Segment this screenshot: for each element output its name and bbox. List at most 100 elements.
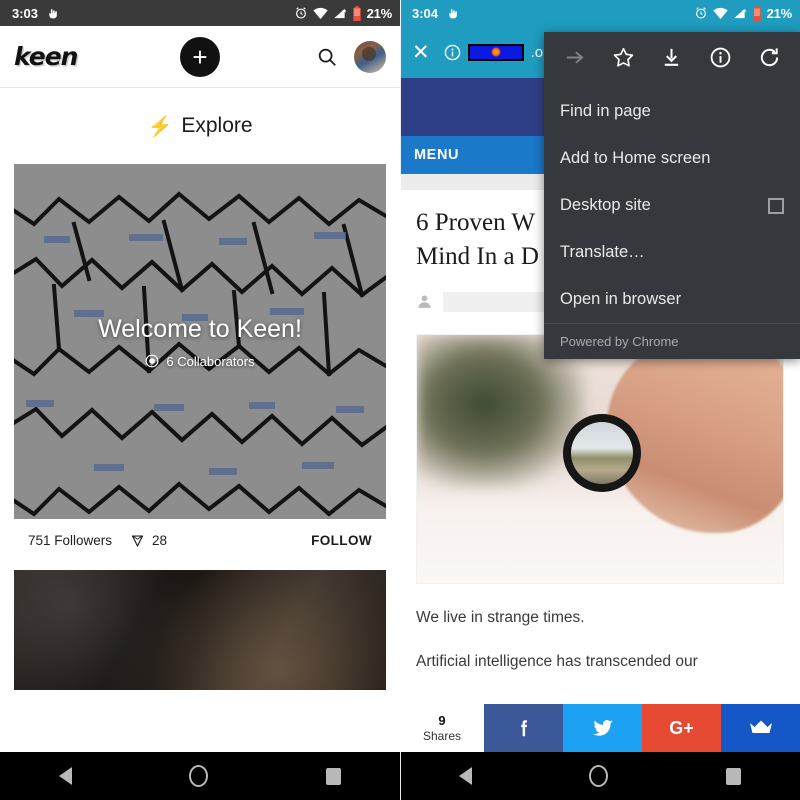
menu-item-label: Open in browser [560,290,682,308]
share-count-block: 9 Shares [400,704,484,752]
battery-icon [352,5,362,21]
touch-indicator-icon [446,7,459,20]
menu-item-add-to-home-screen[interactable]: Add to Home screen [544,135,800,182]
menu-item-label: Desktop site [560,196,651,214]
battery-percent: 21% [366,5,393,21]
signal-icon [733,7,747,20]
desktop-site-checkbox[interactable] [768,197,784,214]
home-icon[interactable] [589,765,609,787]
collaborators-row: 6 Collaborators [145,353,255,369]
battery-percent: 21% [766,5,793,21]
menu-icon-row [544,32,800,82]
bookmark-star-icon[interactable] [608,42,638,72]
collaborators-icon [145,354,159,368]
back-icon[interactable] [58,767,72,785]
share-count-label: Shares [422,728,462,743]
home-icon[interactable] [189,765,209,787]
status-bar-right: 3:04 21% [400,0,800,26]
left-panel-keen-app: 3:03 21% keen + ⚡ Explore Welcome to Kee… [0,0,400,800]
status-time: 3:03 [12,5,39,21]
redacted-url-block [467,43,524,61]
plus-icon: + [192,41,208,72]
alarm-icon [694,6,708,20]
back-icon[interactable] [458,767,472,785]
touch-indicator-icon [46,7,59,20]
status-time: 3:04 [412,5,439,21]
alarm-icon [294,6,308,20]
menu-item-label: Add to Home screen [560,149,711,167]
create-post-button[interactable]: + [180,36,220,77]
wifi-icon [712,7,728,20]
panel-divider [400,0,401,800]
forward-arrow-icon[interactable] [559,42,589,72]
lens-inner [571,421,634,484]
status-left-group: 3:03 [12,6,59,21]
explore-card-2[interactable] [14,570,386,690]
share-twitter-button[interactable] [563,704,642,752]
facebook-icon [520,720,527,737]
menu-footer-label: Powered by Chrome [560,334,679,349]
avatar[interactable] [354,40,386,73]
article-paragraph-2: Artificial intelligence has transcended … [416,652,698,670]
share-googleplus-button[interactable]: G+ [642,704,721,752]
status-left-group-right: 3:04 [412,6,459,21]
menu-items-list: Find in page Add to Home screen Desktop … [544,82,800,323]
followers-count: 751 Followers [28,533,113,548]
menu-item-translate[interactable]: Translate… [544,229,800,276]
menu-item-open-in-browser[interactable]: Open in browser [544,276,800,323]
share-bar: 9 Shares G+ [400,704,800,752]
search-icon[interactable] [316,46,338,68]
card-meta-row: 751 Followers 28 FOLLOW [14,519,386,548]
article-paragraph-1: We live in strange times. [416,608,585,626]
card-overlay: Welcome to Keen! 6 Collaborators [14,164,386,519]
menu-item-desktop-site[interactable]: Desktop site [544,182,800,229]
keen-app-header: keen + [0,26,400,88]
wifi-icon [312,7,328,20]
url-bar[interactable]: .om [444,43,556,61]
googleplus-icon: G+ [669,717,694,738]
battery-icon [752,5,762,21]
page-info-icon[interactable] [706,42,736,72]
share-facebook-button[interactable] [484,704,563,752]
header-actions [316,40,386,73]
card-title: Welcome to Keen! [98,314,302,343]
status-right-group-right: 21% [694,5,793,21]
android-nav-bar-left [0,752,400,800]
follow-button[interactable]: FOLLOW [311,533,372,548]
lens-icon [563,413,642,492]
right-panel-chrome-custom-tab: 3:04 21% ✕ MENU 6 Proven W Mind In a D W… [400,0,800,800]
signal-icon [333,7,347,20]
status-bar-left: 3:03 21% [0,0,400,26]
share-count-number: 9 [438,713,446,728]
article-hero-image [416,333,784,584]
menu-item-find-in-page[interactable]: Find in page [544,88,800,135]
author-avatar-icon [416,293,433,310]
page-info-icon[interactable] [444,44,461,61]
android-nav-bar-right [400,752,800,800]
explore-section-header: ⚡ Explore [0,88,400,164]
lightning-icon: ⚡ [147,115,173,138]
menu-item-label: Translate… [560,243,645,261]
crown-icon [749,720,772,733]
gem-icon [130,534,145,548]
reload-icon[interactable] [755,42,785,72]
menu-footer: Powered by Chrome [544,323,800,359]
recents-icon[interactable] [326,767,342,785]
status-right-group: 21% [294,5,393,21]
keen-logo[interactable]: keen [14,42,78,71]
download-icon[interactable] [657,42,687,72]
site-menu-label: MENU [414,147,460,163]
card-cover-image: Welcome to Keen! 6 Collaborators [14,164,386,519]
menu-item-label: Find in page [560,102,651,120]
gems-group: 28 [130,533,167,548]
card-2-image [14,570,386,690]
chrome-overflow-menu: Find in page Add to Home screen Desktop … [544,32,800,359]
explore-label: Explore [181,114,253,137]
collaborators-count: 6 Collaborators [166,353,255,369]
recents-icon[interactable] [726,767,742,785]
close-icon[interactable]: ✕ [412,40,430,65]
share-crown-button[interactable] [721,704,800,752]
explore-card[interactable]: Welcome to Keen! 6 Collaborators 751 Fol… [0,164,400,548]
dual-screenshot-stage: 3:03 21% keen + ⚡ Explore Welcome to Kee… [0,0,800,800]
gem-count: 28 [152,533,168,548]
